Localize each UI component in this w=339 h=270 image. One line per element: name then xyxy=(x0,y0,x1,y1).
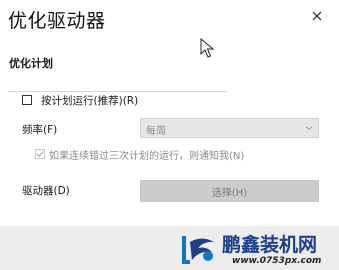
schedule-group-border xyxy=(8,91,227,92)
run-on-schedule-label[interactable]: 按计划运行(推荐)(R) xyxy=(41,93,138,108)
watermark-title: 鹏鑫装机网 xyxy=(222,234,318,256)
frequency-select[interactable]: 每周 xyxy=(140,118,319,138)
drives-label: 驱动器(D) xyxy=(22,185,70,197)
chevron-down-icon xyxy=(305,126,313,131)
notify-label[interactable]: 如果连续错过三次计划的运行，则通知我(N) xyxy=(49,147,244,162)
mouse-cursor-icon xyxy=(200,38,215,58)
optimize-drives-dialog: 优化驱动器 优化计划 按计划运行(推荐)(R) 频率(F) 每周 如果连续错过三… xyxy=(0,0,339,270)
choose-drives-button-label: 选择(H) xyxy=(211,188,248,199)
section-title: 优化计划 xyxy=(9,57,53,70)
frequency-value: 每周 xyxy=(146,126,166,137)
watermark-logo xyxy=(182,236,214,264)
notify-checkbox[interactable] xyxy=(35,149,45,159)
watermark-url: www.0753px.com xyxy=(232,256,322,266)
close-icon[interactable] xyxy=(310,9,324,23)
dialog-title: 优化驱动器 xyxy=(8,10,106,32)
run-on-schedule-checkbox[interactable] xyxy=(22,95,32,105)
frequency-label: 频率(F) xyxy=(22,124,58,136)
choose-drives-button[interactable]: 选择(H) xyxy=(140,180,319,202)
